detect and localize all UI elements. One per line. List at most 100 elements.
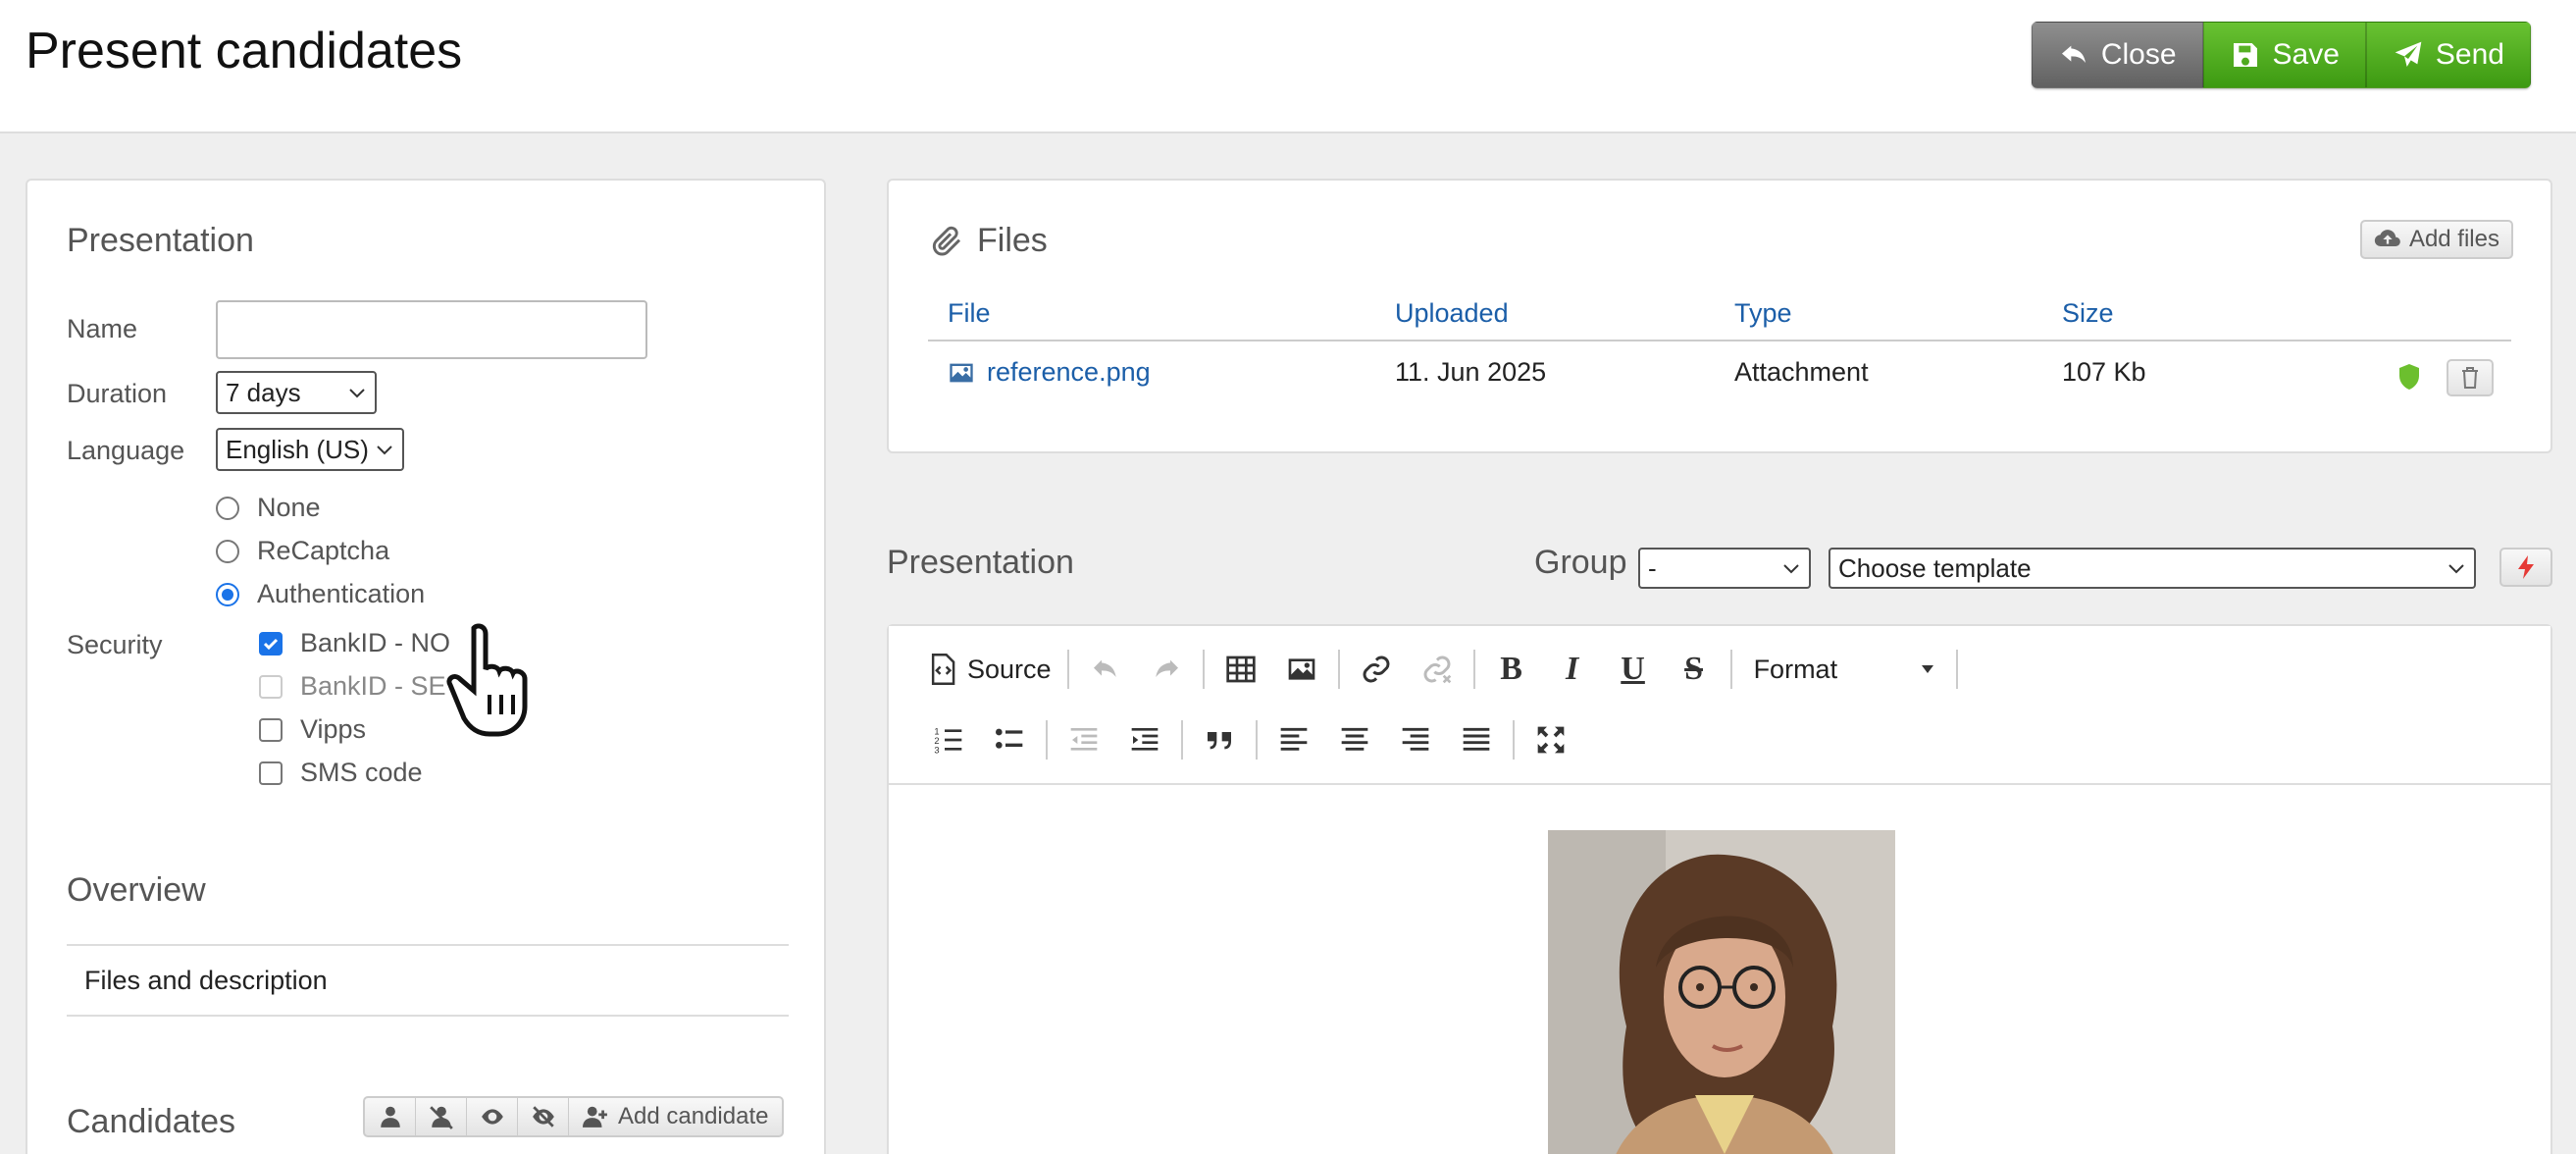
cloud-upload-icon xyxy=(2374,230,2400,247)
duration-label: Duration xyxy=(67,379,168,408)
outdent-icon xyxy=(1070,728,1098,751)
table-header-divider xyxy=(928,340,2511,341)
table-button[interactable] xyxy=(1211,644,1271,695)
security-radio-recaptcha[interactable]: ReCaptcha xyxy=(216,536,389,566)
checkbox-label: SMS code xyxy=(300,758,423,787)
bulleted-list-button[interactable] xyxy=(979,714,1040,765)
hide-person-button[interactable] xyxy=(416,1098,467,1135)
person-slash-icon xyxy=(429,1106,453,1129)
show-button[interactable] xyxy=(467,1098,518,1135)
divider xyxy=(67,944,789,946)
language-select[interactable]: English (US) xyxy=(216,428,404,471)
italic-button[interactable]: I xyxy=(1542,644,1603,695)
toolbar-separator xyxy=(1729,650,1732,689)
checkbox[interactable] xyxy=(259,717,283,742)
quote-icon xyxy=(1208,732,1231,750)
image-button[interactable] xyxy=(1271,644,1332,695)
toolbar-separator xyxy=(1513,720,1515,760)
underline-icon: U xyxy=(1621,651,1645,687)
underline-button[interactable]: U xyxy=(1603,644,1664,695)
link-button[interactable] xyxy=(1346,644,1407,695)
checkbox-label: Vipps xyxy=(300,714,367,744)
send-label: Send xyxy=(2435,38,2504,71)
redo-button[interactable] xyxy=(1136,644,1197,695)
radio-button[interactable] xyxy=(216,496,239,520)
align-center-button[interactable] xyxy=(1324,714,1385,765)
hand-cursor-icon xyxy=(446,623,528,737)
checkbox-label: BankID - SE xyxy=(300,671,446,701)
radio-button[interactable] xyxy=(216,582,239,606)
checkbox-vipps[interactable]: Vipps xyxy=(259,714,366,745)
delete-file-button[interactable] xyxy=(2447,359,2494,396)
radio-label: None xyxy=(257,493,321,522)
add-files-button[interactable]: Add files xyxy=(2359,220,2513,259)
checkbox[interactable] xyxy=(259,674,283,699)
hide-button[interactable] xyxy=(518,1098,569,1135)
unlink-button[interactable] xyxy=(1407,644,1468,695)
save-button[interactable]: Save xyxy=(2202,22,2366,88)
duration-select[interactable]: 7 days xyxy=(216,371,377,414)
overview-title: Overview xyxy=(67,871,206,909)
overview-item[interactable]: Files and description xyxy=(84,966,328,996)
trash-icon xyxy=(2462,367,2478,389)
template-select[interactable]: Choose template xyxy=(1829,548,2476,589)
toolbar-separator xyxy=(1046,720,1048,760)
column-header-size[interactable]: Size xyxy=(2062,298,2114,329)
align-left-button[interactable] xyxy=(1263,714,1324,765)
checkbox-sms-code[interactable]: SMS code xyxy=(259,758,423,788)
name-input[interactable] xyxy=(216,300,647,359)
image-icon xyxy=(1288,658,1314,680)
group-select[interactable]: - xyxy=(1638,548,1811,589)
toolbar-separator xyxy=(1955,650,1958,689)
security-radio-none[interactable]: None xyxy=(216,493,321,523)
language-label: Language xyxy=(67,436,185,465)
candidate-photo[interactable] xyxy=(1548,830,1895,1154)
undo-button[interactable] xyxy=(1075,644,1136,695)
format-dropdown[interactable]: Format xyxy=(1738,655,1950,685)
presentation-settings-title: Presentation xyxy=(67,222,254,259)
chevron-down-icon xyxy=(2448,564,2464,574)
paper-plane-icon xyxy=(2395,41,2422,67)
source-icon xyxy=(931,654,955,685)
security-radio-authentication[interactable]: Authentication xyxy=(216,579,425,609)
checkbox[interactable] xyxy=(259,631,283,656)
file-link[interactable]: reference.png xyxy=(948,357,1151,388)
justify-button[interactable] xyxy=(1446,714,1507,765)
show-person-button[interactable] xyxy=(365,1098,416,1135)
editor-title: Presentation xyxy=(887,544,1074,581)
column-header-file[interactable]: File xyxy=(948,298,991,329)
align-right-button[interactable] xyxy=(1385,714,1446,765)
file-size: 107 Kb xyxy=(2062,357,2146,387)
close-button[interactable]: Close xyxy=(2031,22,2203,88)
checkbox-bankid-no[interactable]: BankID - NO xyxy=(259,628,450,658)
check-icon xyxy=(263,638,279,650)
indent-button[interactable] xyxy=(1114,714,1175,765)
numbered-list-button[interactable]: 123 xyxy=(918,714,979,765)
apply-template-button[interactable] xyxy=(2499,548,2552,587)
source-button[interactable]: Source xyxy=(918,654,1061,685)
image-icon xyxy=(950,363,973,382)
link-icon xyxy=(1363,656,1390,683)
radio-button[interactable] xyxy=(216,539,239,563)
fullscreen-button[interactable] xyxy=(1520,714,1581,765)
bold-icon: B xyxy=(1500,651,1522,687)
strikethrough-button[interactable]: S xyxy=(1664,644,1725,695)
radio-label: ReCaptcha xyxy=(257,536,390,565)
align-left-icon xyxy=(1280,727,1308,751)
blockquote-button[interactable] xyxy=(1189,714,1250,765)
outdent-button[interactable] xyxy=(1054,714,1114,765)
page-header: Present candidates Close Save Send xyxy=(0,0,2576,133)
column-header-type[interactable]: Type xyxy=(1734,298,1792,329)
toolbar-separator xyxy=(1337,650,1340,689)
checkbox[interactable] xyxy=(259,761,283,785)
eye-icon xyxy=(481,1109,503,1125)
checkbox-label: BankID - NO xyxy=(300,628,451,657)
person-icon xyxy=(380,1106,400,1128)
checkbox-bankid-se[interactable]: BankID - SE xyxy=(259,671,446,702)
send-button[interactable]: Send xyxy=(2365,22,2531,88)
add-candidate-button[interactable]: Add candidate xyxy=(569,1098,782,1135)
language-value: English (US) xyxy=(226,434,369,464)
eye-slash-icon xyxy=(532,1106,554,1128)
bold-button[interactable]: B xyxy=(1481,644,1542,695)
column-header-uploaded[interactable]: Uploaded xyxy=(1395,298,1509,329)
